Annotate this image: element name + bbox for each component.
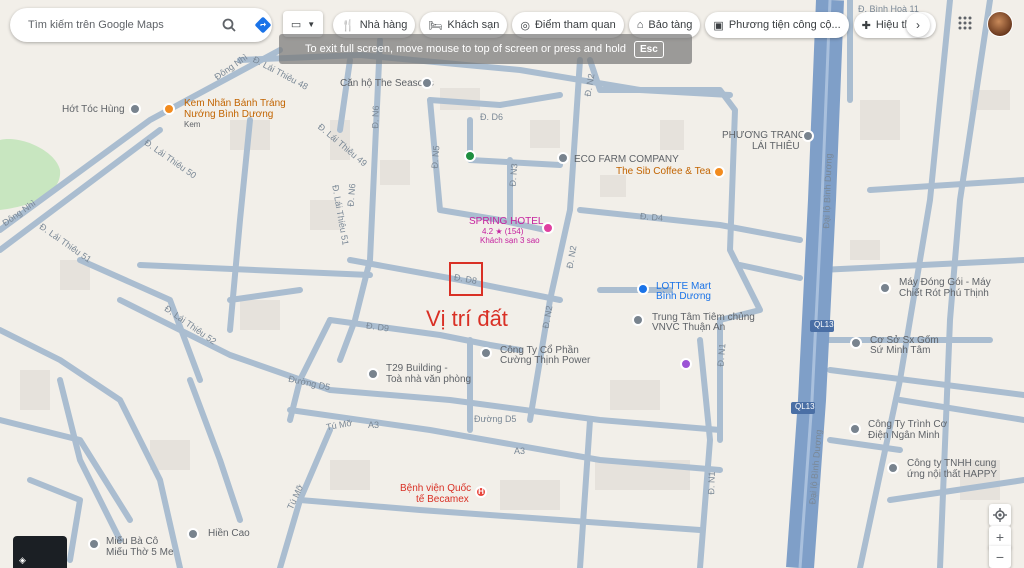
poi-label[interactable]: VNVC Thuận An (652, 322, 725, 334)
place-pin-icon[interactable] (129, 103, 141, 115)
zoom-out-button[interactable]: − (989, 546, 1011, 568)
search-icon[interactable] (220, 16, 238, 34)
poi-label[interactable]: Chiết Rót Phú Thịnh (899, 288, 989, 300)
road-label-n1: Đ. N1 (715, 343, 728, 367)
layers-thumbnail[interactable]: ◈ (13, 536, 67, 568)
more-chips-button[interactable]: › (906, 13, 930, 37)
road-label-d6: Đ. D6 (480, 112, 504, 122)
place-pin-icon[interactable] (88, 538, 100, 550)
land-location-label: Vị trí đất (426, 306, 508, 331)
layers-icon: ▭ (290, 18, 302, 31)
road-label-n3: Đ. N3 (507, 163, 520, 187)
land-location-marker (449, 262, 483, 296)
directions-icon[interactable] (254, 16, 272, 34)
poi-label[interactable]: Sứ Minh Tâm (870, 345, 930, 357)
poi-label[interactable]: Hiền Cao (208, 528, 250, 540)
my-location-button[interactable] (989, 504, 1011, 526)
poi-label[interactable]: ứng nội thất HAPPY (907, 469, 997, 481)
place-pin-icon[interactable] (850, 337, 862, 349)
poi-label[interactable]: The Sib Coffee & Tea (616, 166, 711, 178)
road-label-n5: Đ. N5 (429, 145, 442, 169)
poi-label[interactable]: Bệnh viện Quốc (400, 483, 471, 495)
search-box[interactable] (10, 8, 272, 42)
ice-cream-icon[interactable] (163, 103, 175, 115)
pharmacy-icon: ✚ (861, 19, 871, 32)
poi-label[interactable]: Căn hộ The Seasons (340, 78, 434, 90)
poi-label[interactable]: T29 Building - (386, 363, 448, 375)
hotel-icon: 🛏 (428, 19, 443, 32)
road-label-a3-left: A3 (368, 420, 380, 430)
poi-label[interactable]: Công ty TNHH cung (907, 458, 996, 470)
poi-label[interactable]: Máy Đóng Gói - Máy (899, 277, 991, 289)
park-icon[interactable] (464, 150, 476, 162)
camera-icon: ◎ (520, 19, 530, 32)
chip-transit[interactable]: ▣ Phương tiện công cộ... (705, 12, 849, 38)
poi-label[interactable]: Điện Ngân Minh (868, 430, 940, 442)
route-shield-ql13-upper: QL13 (814, 320, 834, 329)
poi-label[interactable]: Nướng Bình Dương (184, 109, 273, 121)
poi-label[interactable]: PHƯƠNG TRANG (722, 130, 806, 142)
poi-label: 4.2 ★ (154) (482, 227, 524, 236)
poi-label[interactable]: Kem Nhãn Bánh Tráng (184, 98, 286, 110)
chevron-down-icon: ▼ (307, 19, 316, 29)
poi-label[interactable]: Toà nhà văn phòng (386, 374, 471, 386)
fullscreen-banner: To exit full screen, move mouse to top o… (279, 34, 692, 64)
poi-label[interactable]: ECO FARM COMPANY (574, 154, 679, 166)
hospital-icon[interactable]: H (475, 486, 487, 498)
road-label-n6b: Đ. N6 (345, 183, 358, 207)
poi-label[interactable]: LÁI THIÊU (752, 141, 800, 153)
poi-label[interactable]: Cường Thịnh Power (500, 355, 590, 367)
road-label-duong-d5-mid: Đường D5 (474, 414, 517, 424)
poi-label[interactable]: Công Ty Trình Cơ (868, 419, 947, 431)
transit-icon: ▣ (713, 19, 724, 32)
esc-key: Esc (634, 40, 664, 58)
poi-label[interactable]: Miếu Bà Cô (106, 536, 158, 548)
poi-label[interactable]: SPRING HOTEL (469, 216, 543, 228)
chevron-right-icon: › (916, 18, 920, 32)
place-pin-icon[interactable] (632, 314, 644, 326)
shopping-cart-icon[interactable] (637, 283, 649, 295)
poi-label[interactable]: Bình Dương (656, 291, 711, 303)
poi-label[interactable]: Miếu Thờ 5 Me (106, 547, 174, 559)
place-pin-icon[interactable] (421, 77, 433, 89)
road-label-a3-right: A3 (514, 446, 526, 456)
place-pin-icon[interactable] (367, 368, 379, 380)
poi-label: Kem (184, 120, 201, 129)
route-shield-ql13-lower: QL13 (795, 402, 815, 411)
hotel-icon[interactable] (542, 222, 554, 234)
my-location-icon (993, 508, 1007, 522)
place-pin-icon[interactable] (187, 528, 199, 540)
poi-label[interactable]: tế Becamex (416, 494, 469, 506)
poi-label[interactable]: Hớt Tóc Hùng (62, 104, 125, 116)
museum-icon: ⌂ (636, 19, 644, 31)
search-input[interactable] (26, 18, 210, 32)
road-label-d4: Đ. D4 (639, 211, 664, 223)
place-pin-icon[interactable] (680, 358, 692, 370)
place-pin-icon[interactable] (879, 282, 891, 294)
restaurant-icon: 🍴 (341, 19, 355, 32)
place-pin-icon[interactable] (802, 130, 814, 142)
layers-icon: ◈ (19, 555, 26, 565)
place-pin-icon[interactable] (480, 347, 492, 359)
place-pin-icon[interactable] (887, 462, 899, 474)
place-pin-icon[interactable] (557, 152, 569, 164)
road-label-n6: Đ. N6 (370, 105, 381, 129)
zoom-in-button[interactable]: + (989, 526, 1011, 548)
cafe-icon[interactable] (713, 166, 725, 178)
place-pin-icon[interactable] (849, 423, 861, 435)
avatar[interactable] (987, 11, 1013, 37)
road-label-n1-right: Đ. N1 (706, 471, 717, 495)
apps-grid-icon[interactable] (958, 16, 972, 30)
map-canvas[interactable] (0, 0, 1024, 568)
poi-label: Khách sạn 3 sao (480, 236, 540, 245)
